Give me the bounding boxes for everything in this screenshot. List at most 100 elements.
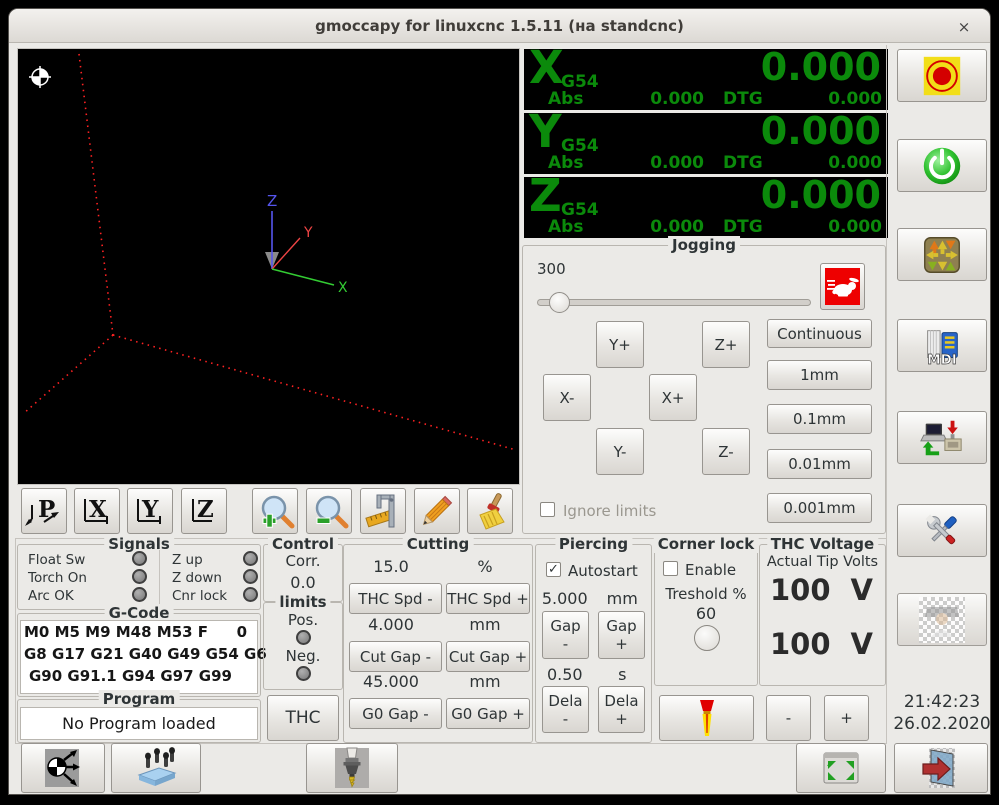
gcode-line1-right: 0	[236, 623, 247, 641]
dro-value: 0.000	[760, 173, 881, 217]
view-y-button[interactable]: Y	[127, 488, 173, 534]
corner-lock-enable-checkbox[interactable]	[663, 561, 678, 576]
zoom-out-button[interactable]	[306, 488, 352, 534]
sidebar-divider	[886, 45, 887, 743]
autostart-checkbox[interactable]: ✓	[546, 562, 561, 577]
view-x-button[interactable]: X	[74, 488, 120, 534]
machine-on-button[interactable]	[897, 139, 987, 192]
jog-speed-slider[interactable]	[537, 299, 811, 306]
g0-gap-minus-button[interactable]: G0 Gap -	[349, 698, 442, 729]
cnr-lock-label: Cnr lock	[172, 588, 228, 604]
increment-0.001mm-button[interactable]: 0.001mm	[767, 493, 872, 523]
view-p-icon: P	[25, 496, 59, 526]
increment-1mm-button[interactable]: 1mm	[767, 360, 872, 390]
thc-voltage-unit: V	[850, 627, 873, 661]
user-tab-button[interactable]	[897, 593, 987, 646]
dro-letter: Z	[529, 169, 562, 222]
jog-x-plus-button[interactable]: X+	[649, 374, 697, 421]
dimensions-button[interactable]	[360, 488, 406, 534]
jog-z-minus-button[interactable]: Z-	[702, 428, 750, 475]
neg-limit-led	[296, 666, 311, 681]
neg-label: Neg.	[285, 647, 321, 665]
settings-button[interactable]	[897, 504, 987, 557]
clear-view-button[interactable]	[467, 488, 513, 534]
pencil-button[interactable]	[414, 488, 460, 534]
corner-lock-title: Corner lock	[653, 535, 759, 553]
thc-voltage-plus-button[interactable]: +	[824, 695, 869, 741]
user-tab-icon	[919, 596, 965, 643]
pierce-gap-minus-button[interactable]: Gap -	[542, 611, 589, 659]
rabbit-jog-speed-button[interactable]	[820, 263, 865, 310]
zoom-in-button[interactable]	[252, 488, 298, 534]
dro-axis-x[interactable]: X G54 0.000 Abs 0.000 DTG 0.000	[524, 43, 888, 110]
pierce-delay-plus-button[interactable]: Dela +	[598, 686, 645, 733]
gcode-display: M0 M5 M9 M48 M53 F 0 G8 G17 G21 G40 G49 G…	[20, 620, 267, 694]
view-perspective-button[interactable]: P	[21, 488, 67, 534]
close-button[interactable]: ×	[954, 17, 974, 37]
clock-display: 21:42:23 26.02.2020	[893, 691, 991, 735]
emergency-stop-button[interactable]	[897, 49, 987, 102]
corner-lock-panel: Corner lock Enable Treshold % 60	[653, 535, 759, 686]
touch-plate-button[interactable]	[111, 743, 201, 793]
torch-icon	[699, 700, 714, 736]
dro-letter: Y	[529, 105, 562, 158]
manual-mode-jog-pad-icon	[924, 236, 960, 273]
arc-ok-led	[132, 587, 147, 602]
touch-off-button[interactable]	[21, 743, 105, 793]
clear-view-icon	[479, 493, 505, 530]
ignore-limits-checkbox[interactable]	[540, 502, 555, 517]
increment-continuous-button[interactable]: Continuous	[767, 319, 872, 348]
pierce-delay-unit: s	[618, 665, 627, 684]
pierce-gap-plus-button[interactable]: Gap +	[598, 611, 645, 659]
thc-spd-plus-button[interactable]: THC Spd +	[446, 583, 530, 614]
abs-label: Abs	[548, 217, 584, 237]
autostart-label: Autostart	[568, 562, 638, 580]
pos-label: Pos.	[287, 611, 319, 629]
pierce-delay-value: 0.50	[546, 665, 583, 684]
thc-button[interactable]: THC	[267, 695, 339, 741]
float-sw-led	[132, 551, 147, 566]
emergency-stop-icon	[923, 56, 961, 95]
signals-divider	[159, 550, 160, 604]
jog-speed-slider-handle[interactable]	[549, 292, 570, 313]
jog-y-minus-button[interactable]: Y-	[596, 428, 644, 475]
fullscreen-button[interactable]	[796, 743, 886, 793]
program-status: No Program loaded	[20, 707, 258, 740]
view-y-icon: Y	[137, 496, 161, 524]
cut-gap-minus-button[interactable]: Cut Gap -	[349, 641, 442, 672]
torch-button[interactable]	[659, 695, 754, 741]
thc-voltage-minus-button[interactable]: -	[766, 695, 811, 741]
exit-button[interactable]	[894, 743, 988, 793]
jog-x-minus-button[interactable]: X-	[543, 374, 591, 421]
svg-text:P: P	[38, 496, 55, 523]
threshold-knob[interactable]	[694, 625, 720, 651]
dro-axis-z[interactable]: Z G54 0.000 Abs 0.000 DTG 0.000	[524, 171, 888, 238]
jog-y-plus-button[interactable]: Y+	[596, 321, 644, 368]
thc-spd-minus-button[interactable]: THC Spd -	[349, 583, 442, 614]
origin-marker-icon	[29, 66, 51, 88]
view-z-button[interactable]: Z	[181, 488, 227, 534]
auto-mode-button[interactable]	[897, 411, 987, 464]
cut-gap-plus-button[interactable]: Cut Gap +	[446, 641, 530, 672]
jog-z-plus-button[interactable]: Z+	[702, 321, 750, 368]
gremlin-preview[interactable]: Z Y X	[17, 48, 520, 485]
mdi-mode-button[interactable]: MDI	[897, 319, 987, 372]
float-sw-label: Float Sw	[28, 552, 86, 568]
axis-x-label: X	[338, 280, 348, 296]
tool-change-button[interactable]	[306, 743, 398, 793]
torch-on-led	[132, 569, 147, 584]
z-up-label: Z up	[172, 552, 203, 568]
svg-text:Z: Z	[197, 496, 214, 523]
manual-mode-button[interactable]	[897, 228, 987, 281]
pierce-delay-minus-button[interactable]: Dela -	[542, 686, 589, 733]
increment-0.01mm-button[interactable]: 0.01mm	[767, 449, 872, 479]
increment-0.1mm-button[interactable]: 0.1mm	[767, 404, 872, 434]
cutting-panel: Cutting 15.0% THC Spd - THC Spd + 4.000 m…	[343, 535, 533, 743]
corr-label: Corr.	[285, 552, 321, 570]
touch-plate-icon	[137, 747, 177, 786]
dro-axis-y[interactable]: Y G54 0.000 Abs 0.000 DTG 0.000	[524, 107, 888, 174]
g0-gap-value: 45.000	[363, 672, 419, 691]
dro-value: 0.000	[760, 45, 881, 89]
g0-gap-plus-button[interactable]: G0 Gap +	[446, 698, 530, 729]
ignore-limits-label: Ignore limits	[563, 502, 657, 520]
